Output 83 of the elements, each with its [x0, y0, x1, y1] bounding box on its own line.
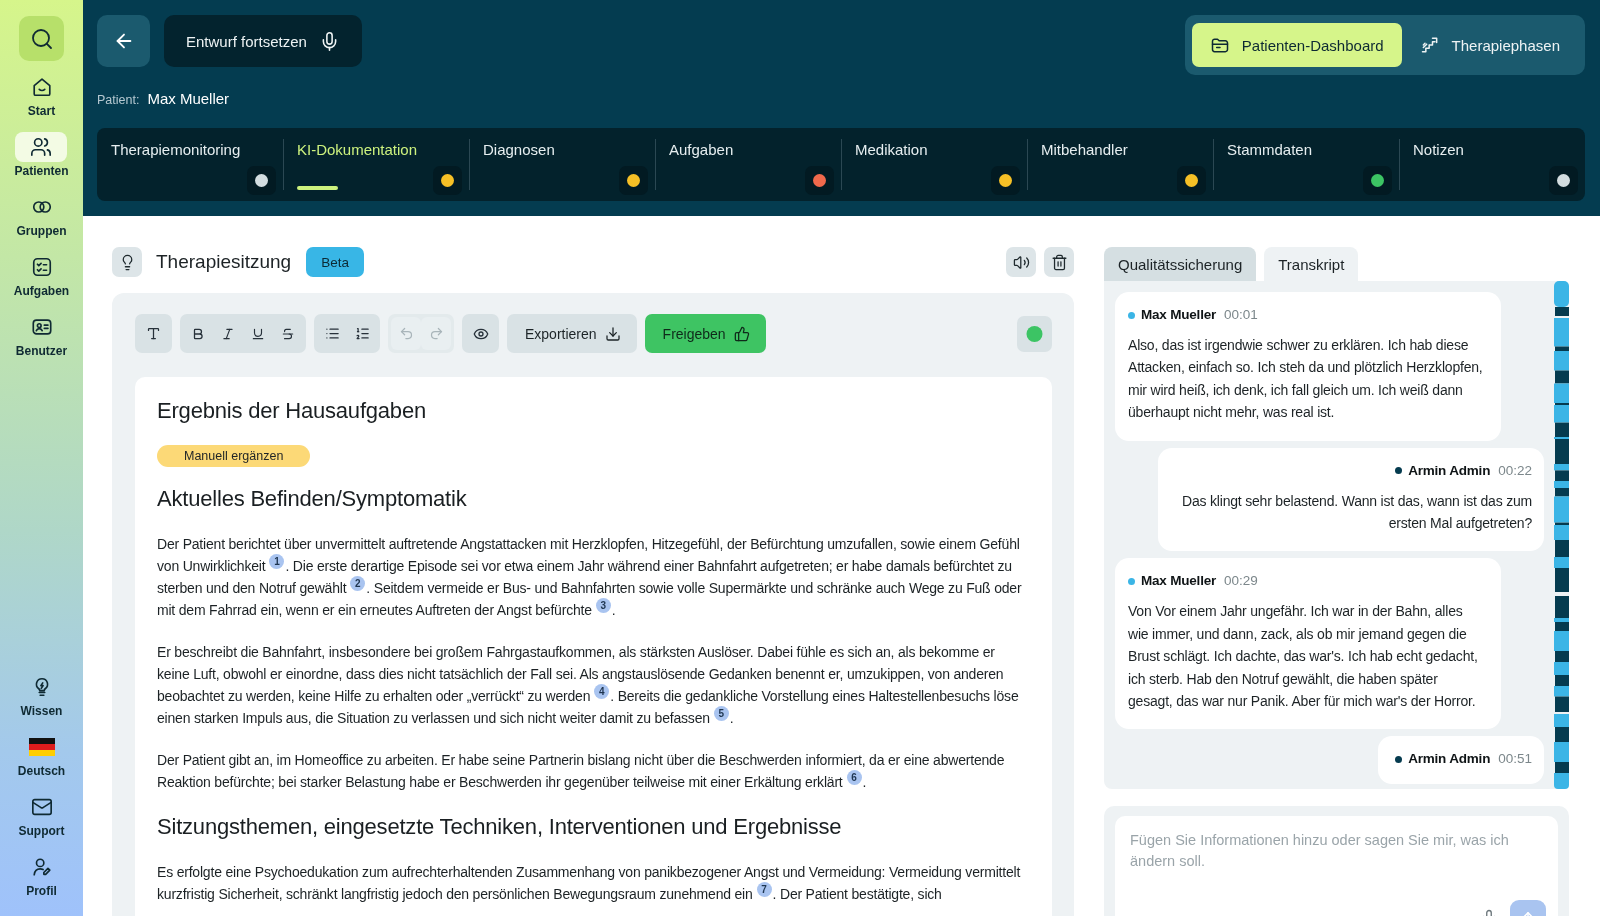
- message-time: 00:29: [1224, 573, 1258, 590]
- message-input[interactable]: Fügen Sie Informationen hinzu oder sagen Sie mir, was ich ändern soll.: [1115, 816, 1558, 916]
- footnote-link[interactable]: 2: [350, 576, 366, 591]
- nav-item[interactable]: Gruppen: [15, 192, 68, 238]
- delete-button[interactable]: [1044, 247, 1074, 277]
- section-heading: Aktuelles Befinden/Symptomatik: [157, 485, 468, 513]
- user-pencil-icon: [30, 856, 53, 878]
- underline-icon: [251, 326, 265, 341]
- nav-item[interactable]: Deutsch: [15, 732, 68, 778]
- footnote-link[interactable]: 4: [594, 684, 610, 699]
- message-time: 00:51: [1498, 751, 1532, 768]
- footnote-link[interactable]: 6: [846, 770, 862, 785]
- german-flag-icon: [28, 738, 55, 756]
- speaker-name: Armin Admin: [1408, 462, 1491, 479]
- search-icon: [29, 26, 54, 51]
- numbered-list-icon: [354, 326, 370, 341]
- body-paragraph: Es erfolgte eine Psychoedukation zum aufrechterhaltenden Zusammenhang von panikbezogener Angst und Vermeidung: Vermeidung vermittelt kurzfristig Sicherheit, schränkt langfristig jedoch den persönlichen Bewegungsraum zunehmend ein 7 . Der Patient bestätigte, sich: [157, 863, 1022, 904]
- message-time: 00:22: [1498, 462, 1532, 479]
- nav-item[interactable]: Support: [15, 792, 68, 838]
- nav-item[interactable]: Aufgaben: [13, 252, 70, 298]
- thumbs-up-icon: [733, 325, 750, 342]
- export-button[interactable]: Exportieren: [507, 314, 637, 353]
- patient-label: Patient:: [97, 93, 140, 107]
- continue-draft-button[interactable]: Entwurf fortsetzen: [164, 15, 362, 67]
- checklist-icon: [30, 256, 53, 278]
- speaker-name: Armin Admin: [1408, 751, 1491, 768]
- panel-tab[interactable]: Qualitätssicherung: [1104, 247, 1257, 281]
- users-icon: [30, 136, 53, 158]
- stairs-icon: [1419, 35, 1440, 55]
- section-tab[interactable]: Therapiemonitoring: [97, 128, 283, 201]
- bold-icon: [191, 326, 205, 341]
- speaker-name: Max Mueller: [1141, 573, 1217, 590]
- beta-badge: Beta: [306, 247, 364, 277]
- id-card-icon: [30, 316, 53, 338]
- section-heading: Ergebnis der Hausaufgaben: [157, 397, 427, 425]
- preview-button[interactable]: [462, 314, 499, 353]
- view-tab[interactable]: Patienten-Dashboard: [1191, 23, 1402, 67]
- nav-item[interactable]: Benutzer: [15, 312, 68, 358]
- undo-icon: [398, 326, 414, 341]
- footnote-link[interactable]: 1: [269, 554, 285, 569]
- lightbulb-button[interactable]: [112, 247, 142, 277]
- footnote-link[interactable]: 5: [713, 706, 729, 721]
- nav-item[interactable]: Profil: [15, 852, 68, 898]
- manual-entry-badge: Manuell ergänzen: [157, 445, 311, 467]
- section-heading: Sitzungsthemen, eingesetzte Techniken, Interventionen und Ergebnisse: [157, 813, 843, 841]
- nav-item[interactable]: Wissen: [15, 672, 68, 718]
- text-size-icon: [146, 326, 161, 341]
- message-text: Also, das ist irgendwie schwer zu erklären. Ich hab diese Attacken, einfach so. Ich steh da und plötzlich Herzklopfen, mir wird heiß, ich denk, ich fall gleich um. Ich weiß dann überhaupt nicht mehr, was real ist.: [1128, 336, 1483, 423]
- redo-icon: [428, 326, 444, 341]
- section-tab[interactable]: Diagnosen: [469, 128, 655, 201]
- message-time: 00:01: [1224, 307, 1258, 323]
- footnote-link[interactable]: 7: [756, 882, 772, 897]
- audio-button[interactable]: [1006, 247, 1036, 277]
- speaker-icon: [1012, 253, 1030, 271]
- body-paragraph: Er beschreibt die Bahnfahrt, insbesondere bei großem Fahrgastaufkommen, als stärksten Auslöser. Dabei fühle es sich an, als bekomme er keine Luft, obwohl er einordne, dass dies nicht tatsächlich der Fall sei. Als angstauslösende Gedanken benennt er, umzukippen, von anderen beobachtet zu werden, keine Hilfe zu erhalten oder „verrückt“ zu werden 4 . Bereits die gedankliche Vorstellung eines Haltestellenbesuchs löse einen starken Impuls aus, die Situation zu verlassen und sich nicht weiter damit zu befassen 5 .: [157, 643, 1020, 728]
- view-tab[interactable]: Therapiephasen: [1401, 23, 1578, 67]
- mail-icon: [30, 796, 53, 818]
- session-title: Therapiesitzung: [156, 251, 292, 273]
- nav-item[interactable]: Start: [15, 72, 68, 118]
- search-button[interactable]: [19, 16, 64, 61]
- message-text: Von Vor einem Jahr ungefähr. Ich war in der Bahn, alles wie immer, und dann, zack, als ob mir jemand gegen die Brust schlägt. Ich dachte, das war's. Ich hab echt gedacht, ich sterb. Hab den Notruf gewählt, die haben später gesagt, das war nur Panik. Aber für mich war's der Horror.: [1128, 602, 1479, 712]
- section-tab[interactable]: Medikation: [841, 128, 1027, 201]
- section-tab[interactable]: KI-Dokumentation: [283, 128, 469, 201]
- release-button[interactable]: Freigeben: [644, 314, 766, 353]
- body-paragraph: Der Patient gibt an, im Homeoffice zu arbeiten. Er habe seine Partnerin bislang nicht über die Beschwerden informiert, da er eine abwertende Reaktion befürchte; bei starker Belastung habe er Beschwerden ihr gegenüber teilweise mit einer Erkältung erklärt 6 .: [157, 751, 1006, 792]
- strikethrough-icon: [281, 326, 295, 341]
- body-paragraph: Der Patient berichtet über unvermittelt auftretende Angstattacken mit Herzklopfen, Hitzegefühl, der Befürchtung umzufallen, sowie einem Gefühl von Unwirklichkeit 1 . Die erste derartige Episode sei vor etwa einem Jahr während einer Bahnfahrt aufgetreten; er habe damals befürchtet zu sterben und den Notruf gewählt 2 . Seitdem vermeide er Bus- und Bahnfahrten sowie volle Supermärkte und schränke auch Wege zu Fuß oder mit dem Fahrrad ein, wenn er ein erneutes Auftreten der Angst befürchte 3 .: [157, 535, 1023, 620]
- section-tab[interactable]: Mitbehandler: [1027, 128, 1213, 201]
- section-tab[interactable]: Notizen: [1399, 128, 1585, 201]
- trash-icon: [1050, 253, 1068, 271]
- panel-tab[interactable]: Transkript: [1264, 247, 1359, 281]
- folder-icon: [1209, 35, 1230, 55]
- italic-icon: [221, 326, 235, 341]
- back-button[interactable]: [97, 15, 150, 67]
- download-icon: [604, 325, 621, 342]
- bullet-list-icon: [324, 326, 340, 341]
- section-tab[interactable]: Aufgaben: [655, 128, 841, 201]
- patient-name: Max Mueller: [147, 90, 230, 107]
- home-icon: [30, 76, 53, 98]
- footnote-link[interactable]: 3: [595, 598, 611, 613]
- section-tab[interactable]: Stammdaten: [1213, 128, 1399, 201]
- speaker-name: Max Mueller: [1141, 307, 1217, 323]
- message-text: Das klingt sehr belastend. Wann ist das, wann ist das zum ersten Mal aufgetreten?: [1181, 491, 1532, 534]
